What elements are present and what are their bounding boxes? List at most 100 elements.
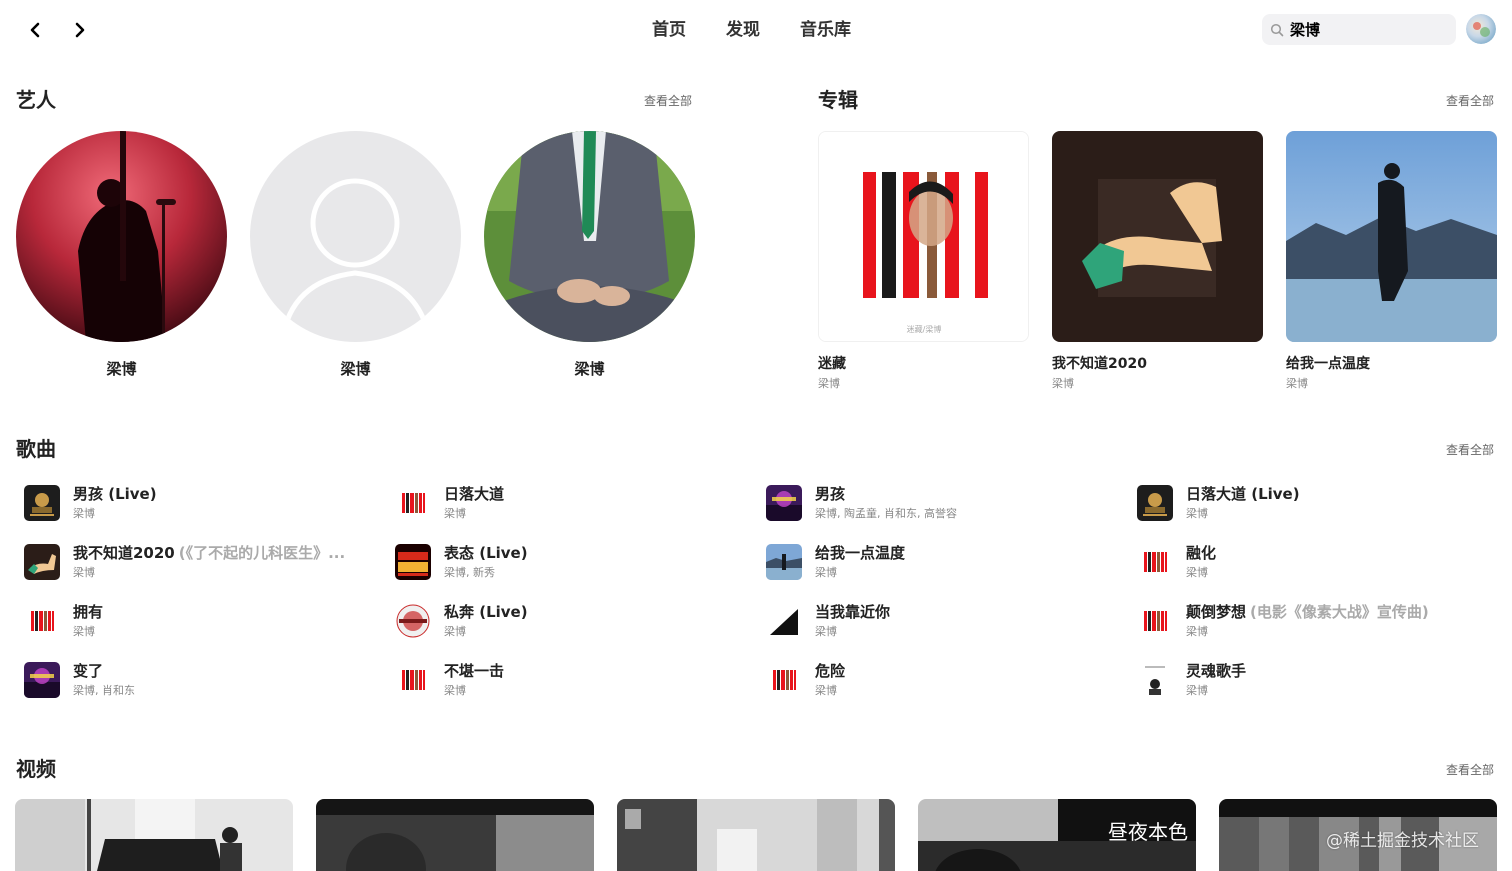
song-artist: 梁博 — [815, 625, 837, 638]
video-card[interactable] — [617, 799, 895, 871]
song-row[interactable]: 私奔 (Live) 梁博 — [389, 598, 739, 644]
song-row[interactable]: 当我靠近你 梁博 — [760, 598, 1110, 644]
song-title: 私奔 (Live) — [444, 602, 528, 622]
song-cover — [395, 603, 431, 639]
video-thumbnail — [316, 799, 594, 871]
song-title: 颠倒梦想 (电影《像素大战》宣传曲) — [1186, 602, 1429, 622]
search-icon — [1270, 23, 1284, 36]
song-title: 日落大道 (Live) — [1186, 484, 1300, 504]
song-artist: 梁博, 陶孟童, 肖和东, 高誉容 — [815, 507, 957, 520]
song-title: 表态 (Live) — [444, 543, 528, 563]
main-tabs: 首页 发现 音乐库 — [640, 18, 879, 42]
video-card[interactable] — [15, 799, 293, 871]
album-title: 我不知道2020 — [1052, 356, 1147, 372]
album-card[interactable]: 给我一点温度 梁博 — [1286, 131, 1497, 391]
song-meta: 拥有 梁博 — [73, 602, 103, 640]
song-cover — [1137, 603, 1173, 639]
song-meta: 融化 梁博 — [1186, 543, 1216, 581]
song-row[interactable]: 日落大道 梁博 — [389, 480, 739, 526]
song-meta: 当我靠近你 梁博 — [815, 602, 890, 640]
song-title: 给我一点温度 — [815, 543, 905, 563]
song-meta: 私奔 (Live) 梁博 — [444, 602, 528, 640]
song-meta: 男孩梁博, 陶孟童, 肖和东, 高誉容 — [815, 484, 957, 522]
album-cover — [1286, 131, 1497, 342]
artist-card[interactable]: 梁博 — [250, 131, 461, 379]
videos-see-all-link[interactable]: 查看全部 — [1446, 762, 1494, 778]
song-cover — [24, 544, 60, 580]
song-artist: 梁博 — [444, 625, 466, 638]
forward-button[interactable] — [66, 16, 94, 44]
song-row[interactable]: 不堪一击 梁博 — [389, 657, 739, 703]
song-title-text: 拥有 — [73, 603, 104, 621]
album-title: 给我一点温度 — [1286, 356, 1370, 372]
video-card[interactable]: 昼夜本色 — [918, 799, 1196, 871]
song-title-text: 融化 — [1186, 544, 1217, 562]
song-row[interactable]: 男孩梁博, 陶孟童, 肖和东, 高誉容 — [760, 480, 1110, 526]
artist-name: 梁博 — [574, 360, 605, 378]
song-artist: 梁博 — [73, 566, 95, 579]
song-row[interactable]: 男孩 (Live) 梁博 — [18, 480, 368, 526]
song-meta: 表态 (Live) 梁博, 新秀 — [444, 543, 528, 581]
song-title-text: 当我靠近你 — [815, 603, 891, 621]
song-row[interactable]: 拥有 梁博 — [18, 598, 368, 644]
song-cover — [24, 485, 60, 521]
user-avatar[interactable] — [1466, 14, 1496, 44]
song-title-text: 日落大道 (Live) — [1186, 485, 1300, 503]
song-title-text: 私奔 (Live) — [444, 603, 528, 621]
song-artist: 梁博 — [73, 507, 95, 520]
song-row[interactable]: 融化 梁博 — [1131, 539, 1481, 585]
song-title-text: 男孩 — [815, 485, 846, 503]
songs-see-all-link[interactable]: 查看全部 — [1446, 442, 1494, 458]
artists-see-all-link[interactable]: 查看全部 — [644, 93, 692, 109]
song-row[interactable]: 日落大道 (Live) 梁博 — [1131, 480, 1481, 526]
artist-card[interactable]: 梁博 — [16, 131, 227, 379]
artist-photo — [16, 131, 227, 342]
song-cover — [395, 485, 431, 521]
song-row[interactable]: 变了 梁博, 肖和东 — [18, 657, 368, 703]
search-input[interactable] — [1290, 20, 1440, 39]
album-title: 迷藏 — [818, 356, 846, 372]
song-title: 变了 — [73, 661, 135, 681]
artist-card[interactable]: 梁博 — [484, 131, 695, 379]
back-button[interactable] — [21, 16, 49, 44]
song-row[interactable]: 颠倒梦想 (电影《像素大战》宣传曲) 梁博 — [1131, 598, 1481, 644]
tab-home[interactable]: 首页 — [640, 18, 698, 42]
song-row[interactable]: 危险 梁博 — [760, 657, 1110, 703]
song-title-text: 不堪一击 — [444, 662, 505, 680]
top-bar: 首页 发现 音乐库 — [0, 0, 1512, 60]
song-title: 融化 — [1186, 543, 1216, 563]
song-title: 男孩 (Live) — [73, 484, 157, 504]
video-card[interactable] — [316, 799, 594, 871]
artist-photo — [484, 131, 695, 342]
album-card[interactable]: 我不知道2020 梁博 — [1052, 131, 1263, 391]
song-row[interactable]: 给我一点温度 梁博 — [760, 539, 1110, 585]
song-cover — [766, 662, 802, 698]
song-artist: 梁博 — [815, 684, 837, 697]
song-meta: 给我一点温度 梁博 — [815, 543, 905, 581]
song-meta: 变了 梁博, 肖和东 — [73, 661, 135, 699]
albums-section-title: 专辑 — [818, 88, 858, 112]
chevron-right-icon — [75, 22, 85, 38]
song-subtitle: (电影《像素大战》宣传曲) — [1250, 603, 1429, 621]
search-box — [1262, 14, 1456, 45]
song-row[interactable]: 表态 (Live) 梁博, 新秀 — [389, 539, 739, 585]
song-artist: 梁博 — [1186, 625, 1208, 638]
albums-see-all-link[interactable]: 查看全部 — [1446, 93, 1494, 109]
song-meta: 危险 梁博 — [815, 661, 845, 699]
song-row[interactable]: 我不知道2020 (《了不起的儿科医生》... 梁博 — [18, 539, 368, 585]
album-artist: 梁博 — [818, 377, 840, 390]
album-card[interactable]: 迷藏/梁博 迷藏 梁博 — [818, 131, 1029, 391]
album-cover-caption: 迷藏/梁博 — [907, 324, 942, 334]
song-cover — [1137, 485, 1173, 521]
song-row[interactable]: 灵魂歌手 梁博 — [1131, 657, 1481, 703]
song-title-text: 灵魂歌手 — [1186, 662, 1247, 680]
song-artist: 梁博, 新秀 — [444, 566, 495, 579]
tab-discover[interactable]: 发现 — [714, 18, 772, 42]
song-title-text: 日落大道 — [444, 485, 505, 503]
video-thumbnail — [15, 799, 293, 871]
song-title-text: 变了 — [73, 662, 104, 680]
tab-library[interactable]: 音乐库 — [788, 18, 863, 42]
artists-section-title: 艺人 — [16, 88, 56, 112]
song-artist: 梁博 — [815, 566, 837, 579]
song-title-text: 给我一点温度 — [815, 544, 906, 562]
